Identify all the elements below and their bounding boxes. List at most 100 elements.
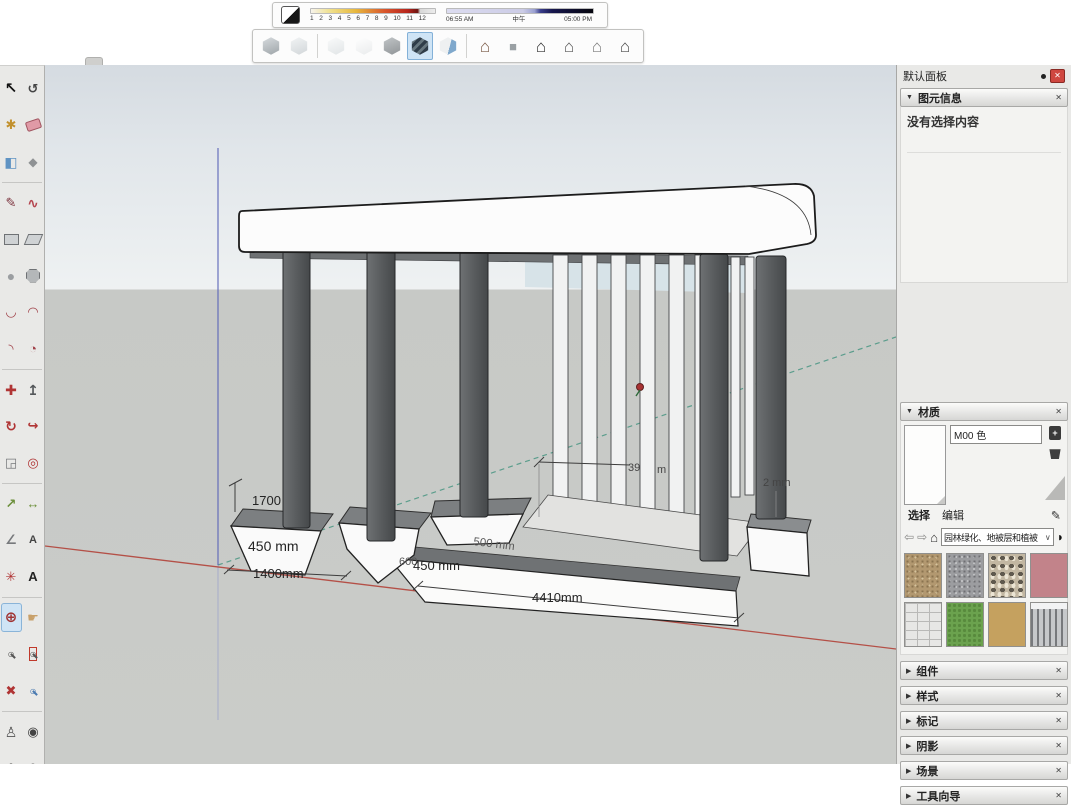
tab-edit[interactable]: 编辑 [942,507,964,523]
month-gradient-bar[interactable] [310,8,436,14]
shaded-icon[interactable] [379,32,405,60]
collapse-arrow-icon[interactable]: ▼ [906,408,913,415]
material-swatch-pavers[interactable] [904,602,942,647]
3d-text-tool-icon[interactable]: A [23,562,44,591]
previous-tool-icon[interactable]: ○ [23,676,44,705]
zoom-window-tool-icon[interactable]: ○ [23,640,44,669]
material-swatch-pebbles[interactable] [988,553,1026,598]
walk-tool-icon[interactable]: ∴ [1,754,22,765]
view-back-icon[interactable]: ⌂ [584,32,610,60]
paint-bucket-icon[interactable] [1048,446,1062,459]
tape-measure-tool-icon[interactable]: ↗ [1,489,22,518]
wireframe-icon[interactable] [323,32,349,60]
back-edges-icon[interactable] [286,32,312,60]
entity-info-header[interactable]: ▼ 图元信息 ✕ [900,88,1068,107]
view-right-icon[interactable]: ⌂ [556,32,582,60]
arc-tool-icon[interactable]: ◡ [1,298,22,327]
expand-arrow-icon[interactable]: ▶ [906,692,911,700]
paint-bucket-tool-icon[interactable]: ✱ [1,111,22,140]
material-swatch-gravel-gray[interactable] [946,553,984,598]
section-close-icon[interactable]: ✕ [1055,767,1062,775]
pan-tool-icon[interactable]: ☛ [23,603,44,632]
xray-icon[interactable] [258,32,284,60]
material-name-field[interactable]: M00 色 [950,425,1042,444]
offset-tool-icon[interactable]: ◎ [23,448,44,477]
scale-tool-icon[interactable]: ◲ [1,448,22,477]
monochrome-icon[interactable] [435,32,461,60]
material-category-dropdown[interactable]: 园林绿化、地被层和植被 ∨ [941,528,1054,546]
protractor-tool-icon[interactable]: ∠ [1,526,22,555]
view-left-icon[interactable]: ⌂ [612,32,638,60]
eyedropper-icon[interactable]: ✐ [1048,510,1062,520]
hidden-line-icon[interactable] [351,32,377,60]
materials-header[interactable]: ▼ 材质 ✕ [900,402,1068,421]
expand-arrow-icon[interactable]: ▶ [906,742,911,750]
view-front-icon[interactable]: ⌂ [528,32,554,60]
section-close-icon[interactable]: ✕ [1055,742,1062,750]
circle-tool-icon[interactable]: ● [1,261,22,290]
three-point-arc-tool-icon[interactable]: ◝ [1,334,22,363]
section-target-tool-icon[interactable]: ⊕ [23,754,44,765]
shaded-with-textures-icon[interactable] [407,32,433,60]
shadow-toggle-icon[interactable] [281,6,300,24]
expand-arrow-icon[interactable]: ▶ [906,767,911,775]
shadow-time-slider[interactable]: 06:55 AM 中午 05:00 PM [446,8,594,23]
dimension-tool-icon[interactable]: ↔ [23,489,44,518]
view-iso-icon[interactable]: ⌂ [472,32,498,60]
rotate-tool-icon[interactable]: ↻ [1,412,22,441]
section-1-header[interactable]: ▶组件✕ [900,661,1068,680]
freehand-tool-icon[interactable]: ∿ [23,188,44,217]
entity-info-close-icon[interactable]: ✕ [1055,94,1062,102]
tab-select[interactable]: 选择 [908,507,930,523]
time-gradient-bar[interactable] [446,8,594,14]
create-material-icon[interactable]: + [1049,426,1061,440]
tray-close-button[interactable]: ✕ [1050,69,1065,83]
materials-close-icon[interactable]: ✕ [1055,408,1062,416]
axes-tool-icon[interactable]: ✳ [1,562,22,591]
forward-arrow-icon[interactable]: ⇨ [917,531,927,543]
expand-arrow-icon[interactable]: ▶ [906,792,911,800]
expand-arrow-icon[interactable]: ▶ [906,667,911,675]
expand-arrow-icon[interactable]: ▶ [906,717,911,725]
two-point-arc-tool-icon[interactable]: ◠ [23,298,44,327]
text-tool-icon[interactable]: A [23,526,44,555]
orbit-tool-icon[interactable]: ⊕ [1,603,22,632]
modeling-viewport[interactable]: 1700 450 mm 1400mm 600 450 mm 500 mm 441… [45,65,896,764]
material-swatch-gravel-brown[interactable] [904,553,942,598]
move-tool-icon[interactable]: ✚ [1,375,22,404]
lasso-tool-icon[interactable]: ↺ [23,74,44,103]
view-top-icon[interactable]: ■ [500,32,526,60]
position-camera-tool-icon[interactable]: ♙ [1,717,22,746]
top-slab[interactable] [239,184,816,254]
section-close-icon[interactable]: ✕ [1055,717,1062,725]
pie-tool-icon[interactable]: ◔ [23,334,44,363]
back-arrow-icon[interactable]: ⇦ [904,531,914,543]
make-component-tool-icon[interactable]: ◧ [1,147,22,176]
select-tool-icon[interactable]: ↖ [1,74,22,103]
push-pull-tool-icon[interactable]: ↥ [23,375,44,404]
section-close-icon[interactable]: ✕ [1055,667,1062,675]
section-6-header[interactable]: ▶工具向导✕ [900,786,1068,805]
home-icon[interactable]: ⌂ [930,531,938,544]
section-3-header[interactable]: ▶标记✕ [900,711,1068,730]
material-swatch-grass-green[interactable] [946,602,984,647]
tag-tool-icon[interactable]: ◆ [23,147,44,176]
zoom-extents-tool-icon[interactable]: ✖ [1,676,22,705]
shadow-month-slider[interactable]: 123456789101112 [310,8,436,22]
eraser-tool-icon[interactable] [23,111,44,140]
section-close-icon[interactable]: ✕ [1055,692,1062,700]
material-swatch-sand-tan[interactable] [988,602,1026,647]
polygon-tool-icon[interactable] [23,261,44,290]
material-swatch-rose-solid[interactable] [1030,553,1068,598]
follow-me-tool-icon[interactable]: ↪ [23,412,44,441]
collapse-arrow-icon[interactable]: ▼ [906,94,913,101]
material-swatch-fence[interactable] [1030,602,1068,647]
section-2-header[interactable]: ▶样式✕ [900,686,1068,705]
zoom-tool-icon[interactable]: ○ [1,640,22,669]
section-4-header[interactable]: ▶阴影✕ [900,736,1068,755]
details-pane-icon[interactable]: ◗ [1057,531,1064,543]
pin-icon[interactable] [1041,74,1046,79]
look-around-tool-icon[interactable]: ◉ [23,717,44,746]
rotated-rectangle-tool-icon[interactable] [23,225,44,254]
rectangle-tool-icon[interactable] [1,225,22,254]
